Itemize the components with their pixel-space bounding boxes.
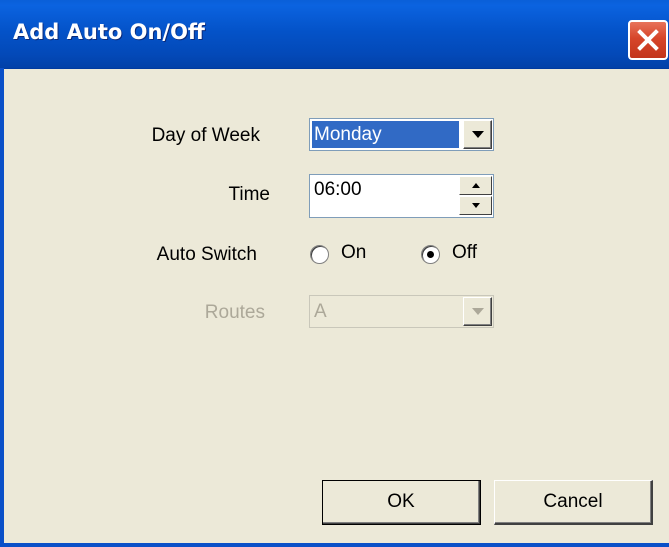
add-auto-onoff-dialog: Add Auto On/Off Day of Week Monday Time … — [0, 0, 669, 547]
window-frame-left — [0, 68, 4, 547]
close-button[interactable] — [628, 20, 668, 60]
time-label: Time — [228, 184, 270, 205]
spin-up-icon — [472, 183, 480, 188]
ok-button[interactable]: OK — [322, 480, 481, 525]
routes-dropdown-button[interactable] — [463, 297, 492, 326]
day-of-week-label: Day of Week — [151, 125, 260, 146]
time-spinner[interactable]: 06:00 — [309, 174, 494, 218]
window-title: Add Auto On/Off — [13, 20, 205, 44]
auto-switch-label: Auto Switch — [156, 244, 257, 265]
time-spin-down-button[interactable] — [459, 196, 492, 215]
auto-switch-on-radio[interactable] — [310, 245, 329, 264]
routes-label: Routes — [204, 302, 265, 323]
auto-switch-on-label[interactable]: On — [341, 242, 366, 264]
time-spin-up-button[interactable] — [459, 176, 492, 195]
day-of-week-dropdown[interactable]: Monday — [309, 118, 494, 151]
auto-switch-off-label[interactable]: Off — [452, 242, 477, 264]
routes-dropdown[interactable]: A — [309, 295, 494, 328]
chevron-down-icon — [472, 131, 484, 138]
auto-switch-off-radio[interactable] — [421, 245, 440, 264]
close-icon — [637, 29, 659, 51]
radio-selected-dot — [427, 251, 434, 258]
cancel-button[interactable]: Cancel — [494, 480, 653, 525]
chevron-down-icon — [472, 308, 484, 315]
spin-down-icon — [472, 203, 480, 208]
title-bar[interactable]: Add Auto On/Off — [0, 0, 669, 69]
routes-value: A — [314, 301, 327, 322]
window-frame-bottom — [0, 543, 669, 547]
day-of-week-dropdown-button[interactable] — [463, 120, 492, 149]
time-value: 06:00 — [314, 179, 362, 200]
day-of-week-value: Monday — [312, 121, 459, 148]
